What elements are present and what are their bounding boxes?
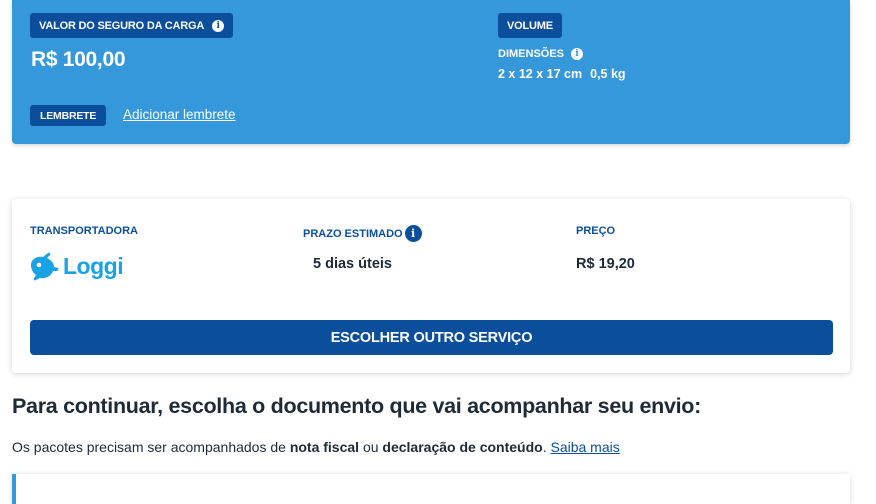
estimated-time-value: 5 dias úteis (313, 256, 392, 272)
dimensions-label: DIMENSÕES i (498, 48, 584, 60)
estimated-time-label: PRAZO ESTIMADO i (303, 225, 422, 242)
carrier-logo: Loggi (28, 251, 124, 281)
learn-more-link[interactable]: Saiba mais (550, 439, 619, 455)
price-label: PREÇO (576, 225, 616, 237)
info-icon[interactable]: i (212, 19, 225, 32)
reminder-badge: LEMBRETE (30, 105, 107, 126)
document-option-card[interactable] (12, 474, 850, 504)
desc-mid: ou (359, 439, 383, 455)
document-heading: Para continuar, escolha o documento que … (12, 394, 701, 418)
dimensions-value: 2 x 12 x 17 cm 0,5 kg (498, 67, 626, 81)
volume-badge: VOLUME (498, 13, 562, 38)
estimated-time-label-text: PRAZO ESTIMADO (303, 227, 403, 240)
insurance-value: R$ 100,00 (31, 48, 126, 71)
choose-other-service-button[interactable]: ESCOLHER OUTRO SERVIÇO (30, 320, 833, 355)
desc-invoice: nota fiscal (289, 439, 360, 455)
loggi-rabbit-icon (31, 252, 59, 281)
dimensions-size: 2 x 12 x 17 cm (498, 67, 583, 81)
desc-content-declaration: declaração de conteúdo (382, 439, 543, 455)
info-icon[interactable]: i (404, 225, 422, 242)
add-reminder-link[interactable]: Adicionar lembrete (123, 107, 236, 122)
carrier-label: TRANSPORTADORA (30, 225, 138, 237)
package-weight: 0,5 kg (590, 67, 626, 81)
price-value: R$ 19,20 (576, 256, 635, 272)
document-description: Os pacotes precisam ser acompanhados de … (12, 439, 620, 455)
insurance-badge: VALOR DO SEGURO DA CARGA i (30, 13, 234, 38)
carrier-name: Loggi (63, 252, 124, 279)
service-card: TRANSPORTADORA PRAZO ESTIMADO i PREÇO Lo… (12, 199, 850, 373)
dimensions-label-text: DIMENSÕES (498, 48, 565, 60)
info-icon[interactable]: i (571, 48, 584, 60)
desc-prefix: Os pacotes precisam ser acompanhados de (12, 439, 290, 455)
shipment-summary-card: VALOR DO SEGURO DA CARGA i R$ 100,00 LEM… (12, 0, 850, 144)
insurance-label: VALOR DO SEGURO DA CARGA (39, 19, 205, 32)
